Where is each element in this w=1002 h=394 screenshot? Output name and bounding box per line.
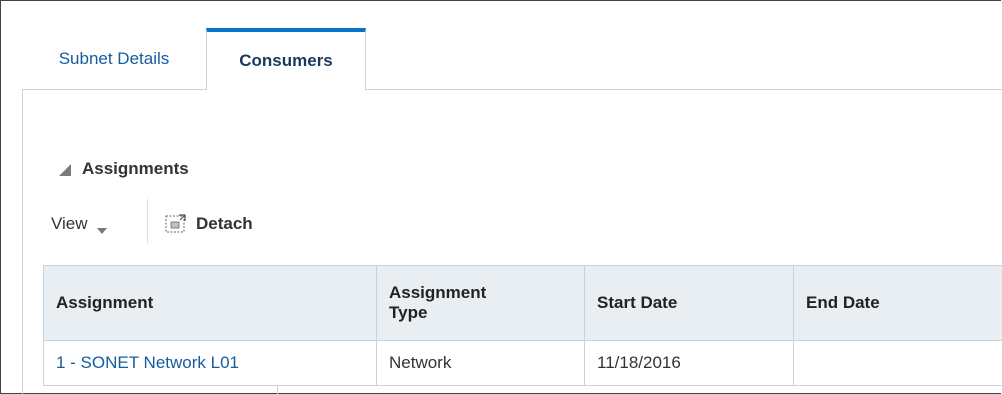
row-divider xyxy=(277,386,278,394)
section-title: Assignments xyxy=(82,159,189,178)
view-menu-button[interactable]: View xyxy=(51,210,108,238)
tab-label: Consumers xyxy=(239,51,333,70)
table-toolbar: View Detach xyxy=(51,199,651,244)
tab-subnet-details[interactable]: Subnet Details xyxy=(22,28,206,90)
table-header: Assignment Assignment Type Start Date En… xyxy=(43,265,1002,341)
column-header-label: Assignment Type xyxy=(389,283,486,323)
column-header-assignment[interactable]: Assignment xyxy=(44,266,377,340)
assignments-table: Assignment Assignment Type Start Date En… xyxy=(43,265,1002,394)
tab-divider xyxy=(22,89,1002,90)
detach-icon xyxy=(164,213,188,235)
view-label: View xyxy=(51,214,88,233)
assignment-link[interactable]: 1 - SONET Network L01 xyxy=(44,341,377,385)
column-header-assignment-type[interactable]: Assignment Type xyxy=(377,266,585,340)
disclosure-triangle-icon[interactable] xyxy=(58,162,72,176)
column-header-start-date[interactable]: Start Date xyxy=(585,266,794,340)
column-header-end-date[interactable]: End Date xyxy=(794,266,1002,340)
column-header-label: Assignment xyxy=(56,293,154,312)
toolbar-separator xyxy=(147,199,148,243)
chevron-down-icon xyxy=(96,220,108,234)
detach-button[interactable]: Detach xyxy=(164,209,253,239)
column-header-line: Assignment xyxy=(389,283,487,302)
detach-label: Detach xyxy=(196,214,253,233)
start-date-cell: 11/18/2016 xyxy=(585,341,794,385)
tab-consumers[interactable]: Consumers xyxy=(206,28,366,90)
end-date-cell xyxy=(794,341,1002,385)
column-header-label: Start Date xyxy=(597,293,678,312)
table-row[interactable]: 1 - SONET Network L01 Network 11/18/2016 xyxy=(43,341,1002,386)
tab-label: Subnet Details xyxy=(58,49,170,68)
assignments-section-header[interactable]: Assignments xyxy=(58,156,189,182)
assignment-type-cell: Network xyxy=(377,341,585,385)
column-header-label: End Date xyxy=(806,293,880,312)
content-border xyxy=(22,90,23,394)
tab-bar: Subnet Details Consumers xyxy=(22,28,1002,90)
column-header-line: Type xyxy=(389,303,428,322)
active-tab-gap xyxy=(207,89,365,90)
